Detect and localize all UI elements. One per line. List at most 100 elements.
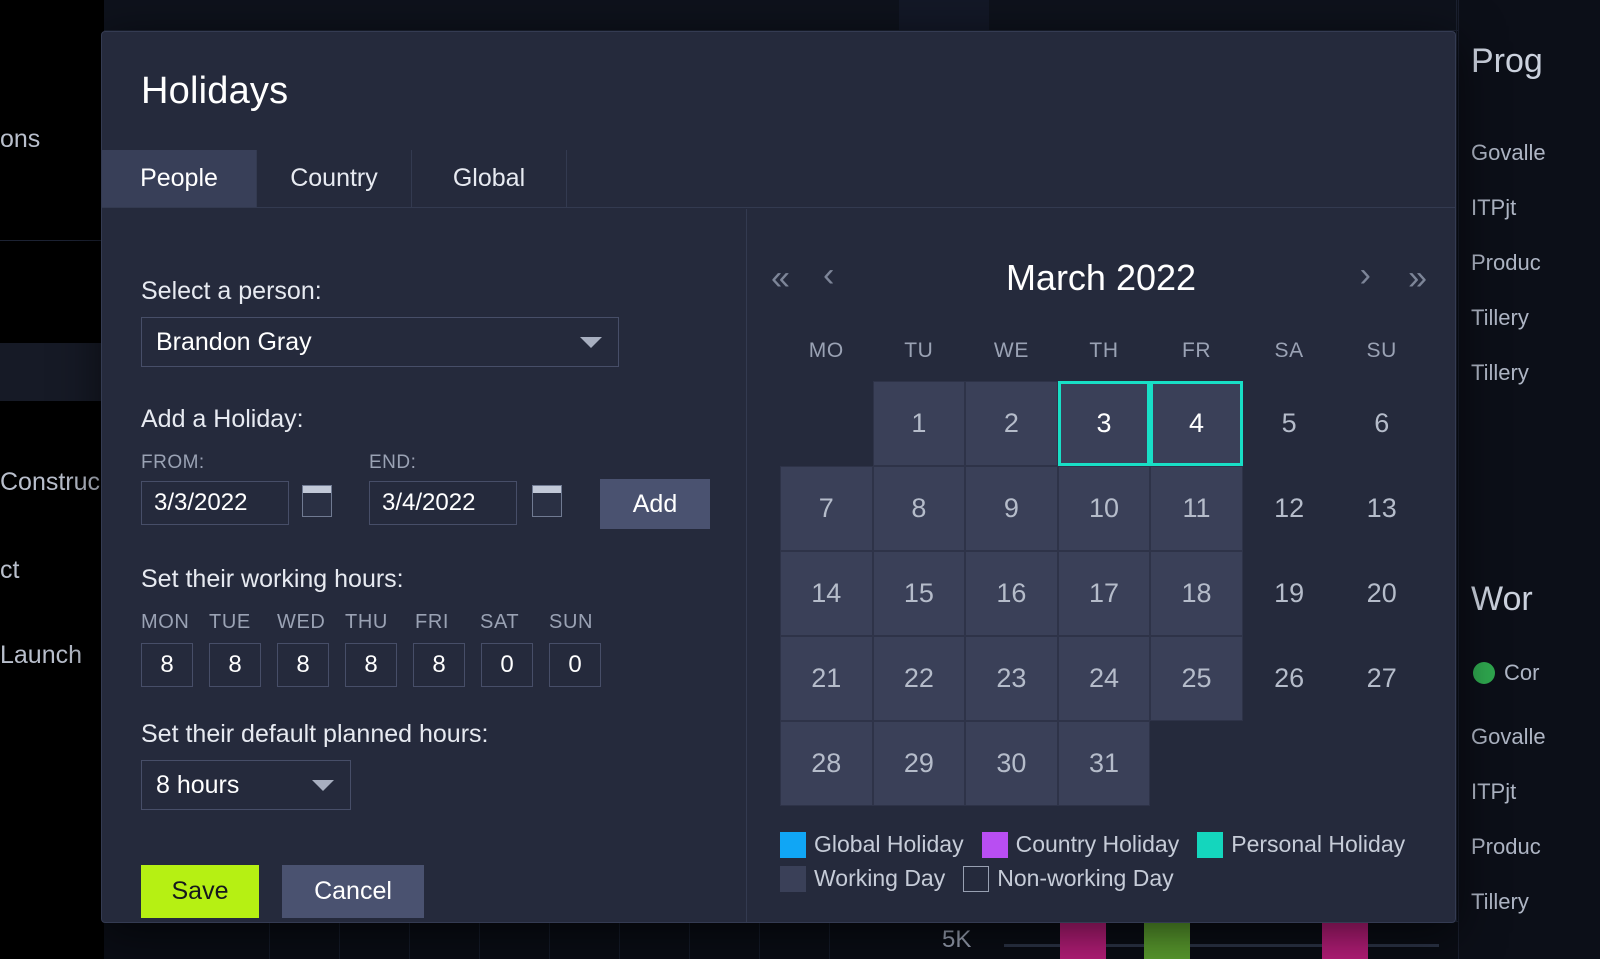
calendar-day-29[interactable]: 29 — [873, 721, 966, 806]
calendar-day-2[interactable]: 2 — [965, 381, 1058, 466]
holiday-form-panel: Select a person: Brandon Gray Add a Holi… — [102, 209, 747, 922]
calendar-day-5[interactable]: 5 — [1243, 381, 1336, 466]
background-rail-item: ons — [0, 125, 104, 154]
save-button[interactable]: Save — [141, 865, 259, 918]
from-date-value: 3/3/2022 — [142, 489, 247, 517]
cancel-button[interactable]: Cancel — [282, 865, 424, 918]
default-hours-value: 8 hours — [142, 771, 312, 800]
chart-bar — [1060, 921, 1106, 959]
calendar-icon[interactable] — [302, 485, 332, 517]
calendar-day-7[interactable]: 7 — [780, 466, 873, 551]
background-right-panel: Prog Govalle ITPjt Produc Tillery Tiller… — [1458, 0, 1600, 959]
hours-input-sat[interactable]: 0 — [481, 643, 533, 687]
calendar-day-23[interactable]: 23 — [965, 636, 1058, 721]
legend-swatch-icon — [982, 832, 1008, 858]
background-rail-item: Launch — [0, 641, 104, 670]
calendar-day-10[interactable]: 10 — [1058, 466, 1151, 551]
background-rail-item: ct — [0, 556, 104, 585]
legend-swatch-icon — [1197, 832, 1223, 858]
background-panel-item: Tillery — [1471, 305, 1529, 331]
legend-global-holiday: Global Holiday — [780, 831, 964, 858]
calendar-day-16[interactable]: 16 — [965, 551, 1058, 636]
chevron-down-icon — [580, 337, 602, 348]
from-date-input[interactable]: 3/3/2022 — [141, 481, 289, 525]
background-divider — [1456, 0, 1457, 959]
background-panel-item: Tillery — [1471, 889, 1529, 915]
calendar-day-26[interactable]: 26 — [1243, 636, 1336, 721]
calendar-day-31[interactable]: 31 — [1058, 721, 1151, 806]
chart-bar — [1322, 921, 1368, 959]
calendar-day-9[interactable]: 9 — [965, 466, 1058, 551]
day-header-sat: SAT — [480, 611, 519, 634]
calendar-day-8[interactable]: 8 — [873, 466, 966, 551]
chart-bar — [1144, 921, 1190, 959]
calendar-day-30[interactable]: 30 — [965, 721, 1058, 806]
calendar-day-1[interactable]: 1 — [873, 381, 966, 466]
background-top-grid — [104, 0, 1458, 30]
person-select-value: Brandon Gray — [142, 328, 580, 357]
chevron-down-icon — [312, 780, 334, 791]
calendar-day-19[interactable]: 19 — [1243, 551, 1336, 636]
background-panel-item: ITPjt — [1471, 779, 1516, 805]
calendar-day-28[interactable]: 28 — [780, 721, 873, 806]
calendar-day-17[interactable]: 17 — [1058, 551, 1151, 636]
tab-people[interactable]: People — [102, 150, 257, 207]
calendar-month-title: March 2022 — [747, 257, 1455, 299]
tab-country[interactable]: Country — [257, 150, 412, 207]
status-dot-icon — [1473, 662, 1495, 684]
calendar-day-18[interactable]: 18 — [1150, 551, 1243, 636]
hours-input-thu[interactable]: 8 — [345, 643, 397, 687]
page-title: Holidays — [141, 70, 288, 113]
chart-axis-tick: 5K — [942, 926, 971, 954]
calendar-legend: Global Holiday Country Holiday Personal … — [780, 831, 1440, 899]
legend-label: Personal Holiday — [1231, 831, 1405, 858]
legend-label: Country Holiday — [1016, 831, 1180, 858]
select-person-label: Select a person: — [141, 277, 322, 306]
calendar-day-21[interactable]: 21 — [780, 636, 873, 721]
hours-input-fri[interactable]: 8 — [413, 643, 465, 687]
legend-row-bottom: Working Day Non-working Day — [780, 865, 1440, 892]
weekday-tu: TU — [873, 339, 966, 363]
background-panel-item: Tillery — [1471, 360, 1529, 386]
legend-row-top: Global Holiday Country Holiday Personal … — [780, 831, 1440, 858]
calendar-day-25[interactable]: 25 — [1150, 636, 1243, 721]
hours-input-mon[interactable]: 8 — [141, 643, 193, 687]
background-status-label: Cor — [1504, 660, 1539, 686]
background-left-rail: ons Construc ct Launch — [0, 0, 104, 959]
background-panel-item: Produc — [1471, 834, 1541, 860]
calendar-day-4[interactable]: 4 — [1150, 381, 1243, 466]
end-date-input[interactable]: 3/4/2022 — [369, 481, 517, 525]
calendar-day-13[interactable]: 13 — [1335, 466, 1428, 551]
hours-input-wed[interactable]: 8 — [277, 643, 329, 687]
day-header-tue: TUE — [209, 611, 251, 634]
calendar-day-11[interactable]: 11 — [1150, 466, 1243, 551]
holidays-dialog: Holidays People Country Global Select a … — [101, 31, 1456, 923]
day-header-wed: WED — [277, 611, 325, 634]
calendar-day-27[interactable]: 27 — [1335, 636, 1428, 721]
hours-input-tue[interactable]: 8 — [209, 643, 261, 687]
background-bottom-chart: 5K — [104, 921, 1458, 959]
calendar-day-15[interactable]: 15 — [873, 551, 966, 636]
legend-country-holiday: Country Holiday — [982, 831, 1180, 858]
legend-non-working-day: Non-working Day — [963, 865, 1173, 892]
calendar-day-22[interactable]: 22 — [873, 636, 966, 721]
background-panel-title: Wor — [1471, 580, 1533, 619]
default-hours-select[interactable]: 8 hours — [141, 760, 351, 810]
weekday-th: TH — [1058, 339, 1151, 363]
add-holiday-button[interactable]: Add — [600, 479, 710, 529]
calendar-day-6[interactable]: 6 — [1335, 381, 1428, 466]
calendar-day-12[interactable]: 12 — [1243, 466, 1336, 551]
hours-input-sun[interactable]: 0 — [549, 643, 601, 687]
weekday-fr: FR — [1150, 339, 1243, 363]
tab-global[interactable]: Global — [412, 150, 567, 207]
calendar-day-20[interactable]: 20 — [1335, 551, 1428, 636]
calendar-day-3[interactable]: 3 — [1058, 381, 1151, 466]
background-rail-item: Construc — [0, 468, 104, 497]
end-label: END: — [369, 452, 416, 474]
calendar-icon[interactable] — [532, 485, 562, 517]
background-panel-item: Govalle — [1471, 724, 1546, 750]
day-header-sun: SUN — [549, 611, 593, 634]
person-select[interactable]: Brandon Gray — [141, 317, 619, 367]
calendar-day-14[interactable]: 14 — [780, 551, 873, 636]
calendar-day-24[interactable]: 24 — [1058, 636, 1151, 721]
